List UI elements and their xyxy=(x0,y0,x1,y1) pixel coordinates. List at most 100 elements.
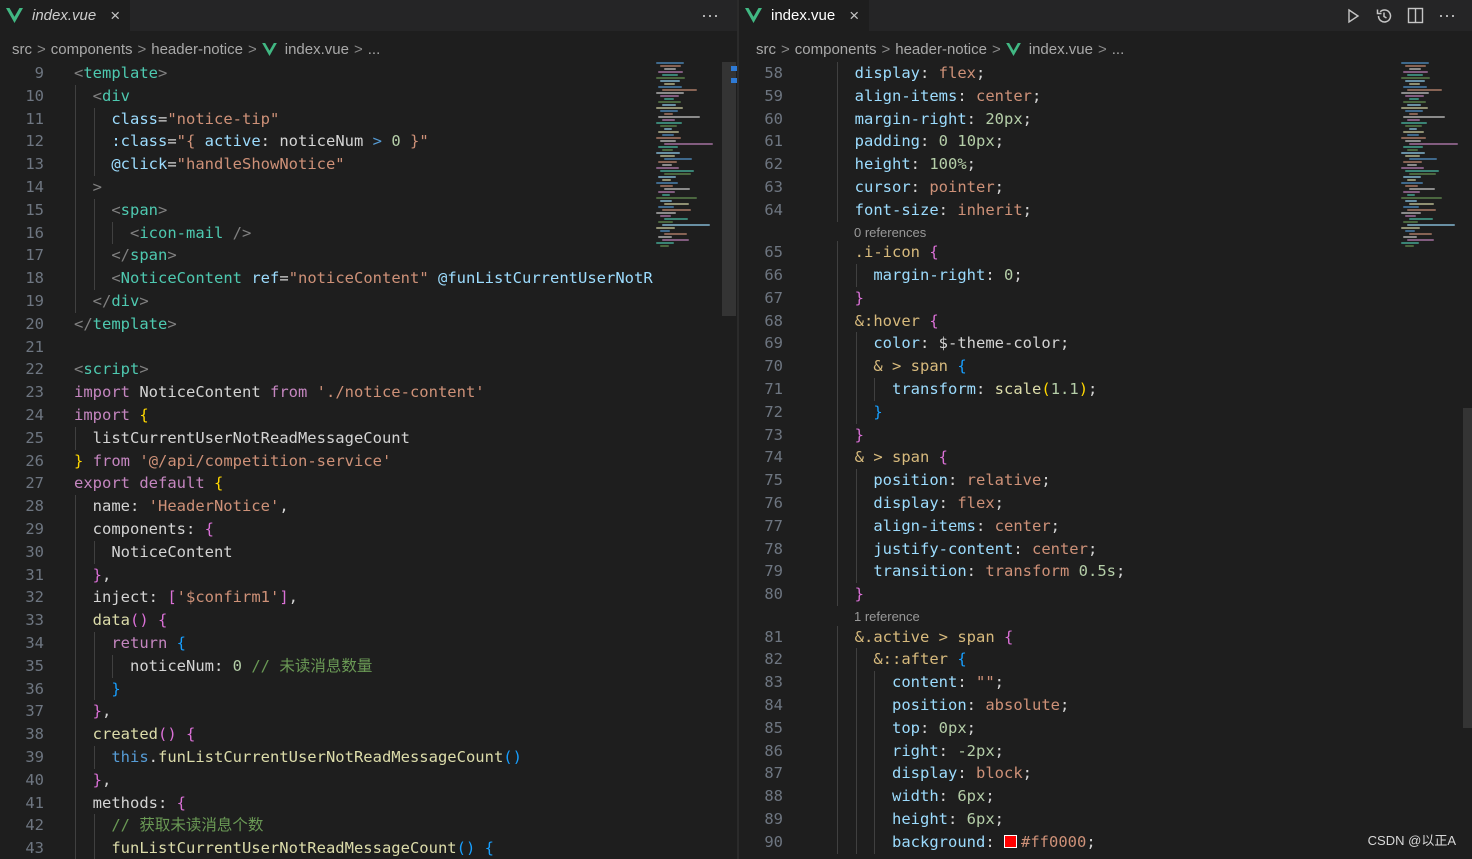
breadcrumb-symbol[interactable]: ... xyxy=(1112,41,1125,58)
minimap-line xyxy=(656,77,685,79)
codelens-references[interactable]: 0 references xyxy=(854,223,926,243)
code-text: <div xyxy=(92,86,131,105)
line-number: 77 xyxy=(764,516,783,535)
minimap-line xyxy=(660,185,673,187)
code-text: <span> xyxy=(111,200,168,219)
breadcrumb-src[interactable]: src xyxy=(12,41,32,58)
more-actions-icon[interactable]: ··· xyxy=(701,5,719,26)
breadcrumb-index-vue[interactable]: index.vue xyxy=(285,41,349,58)
minimap-line xyxy=(1403,221,1418,223)
minimap-line xyxy=(664,188,690,190)
code-line: 67 } xyxy=(739,286,1472,310)
code-line: 16 <icon-mail /> xyxy=(0,221,737,245)
code-text: > xyxy=(92,178,103,196)
code-text: background: #ff0000; xyxy=(892,832,1096,851)
code-line: 68 &:hover { xyxy=(739,309,1472,333)
minimap[interactable] xyxy=(656,62,720,262)
code-line: 90 background: #ff0000; xyxy=(739,830,1472,854)
color-swatch[interactable] xyxy=(1004,834,1017,848)
close-tab-icon[interactable]: × xyxy=(110,7,120,24)
minimap-line xyxy=(1401,92,1429,94)
code-text: position: absolute; xyxy=(892,696,1070,714)
breadcrumb-header-notice[interactable]: header-notice xyxy=(151,41,243,58)
split-editor-icon[interactable] xyxy=(1407,7,1424,24)
code-text: this.funListCurrentUserNotReadMessageCou… xyxy=(111,748,522,766)
line-number: 81 xyxy=(764,627,783,646)
minimap-line xyxy=(1405,200,1417,202)
code-text: import NoticeContent from './notice-cont… xyxy=(74,383,485,402)
line-number: 62 xyxy=(764,155,783,174)
code-line: 23 import NoticeContent from './notice-co… xyxy=(0,381,737,404)
scrollbar[interactable] xyxy=(722,62,736,316)
minimap-line xyxy=(662,104,676,106)
history-icon[interactable] xyxy=(1375,7,1393,25)
code-line: 26} from '@/api/competition-service' xyxy=(0,450,737,473)
minimap-line xyxy=(1407,209,1436,211)
minimap-line xyxy=(662,209,691,211)
breadcrumb-index-vue[interactable]: index.vue xyxy=(1029,41,1093,58)
minimap-line xyxy=(658,206,674,208)
code-text: </div> xyxy=(92,292,149,310)
scrollbar[interactable] xyxy=(1463,408,1472,728)
minimap-line xyxy=(1403,161,1422,163)
code-line: 38 created() { xyxy=(0,723,737,746)
code-line: 82 &::after { xyxy=(739,648,1472,672)
codelens-references[interactable]: 1 reference xyxy=(854,607,920,627)
breadcrumb-symbol[interactable]: ... xyxy=(368,41,381,58)
minimap-line xyxy=(1409,218,1433,220)
code-line: 42 // 获取未读消息个数 xyxy=(0,814,737,838)
minimap-line xyxy=(1409,83,1420,85)
line-number: 28 xyxy=(25,497,44,516)
line-number: 64 xyxy=(764,200,783,219)
minimap-line xyxy=(662,74,678,76)
code-line: 28 name: 'HeaderNotice', xyxy=(0,495,737,518)
code-line: 20 </template> xyxy=(0,313,737,336)
minimap-line xyxy=(662,164,672,166)
code-line: 10 <div xyxy=(0,84,737,108)
code-text: } xyxy=(873,402,883,421)
tab-index-vue-active[interactable]: index.vue × xyxy=(739,0,870,31)
code-text: noticeNum: 0 // 未读消息数量 xyxy=(74,656,373,675)
code-text: } xyxy=(854,288,865,307)
line-number: 35 xyxy=(25,656,44,675)
minimap-line xyxy=(662,239,689,241)
minimap-line xyxy=(662,134,674,136)
code-line: 35 noticeNum: 0 // 未读消息数量 xyxy=(0,654,737,678)
code-text: position: relative; xyxy=(873,471,1051,490)
run-icon[interactable] xyxy=(1345,8,1361,24)
line-number: 30 xyxy=(25,542,44,561)
breadcrumb-components[interactable]: components xyxy=(51,41,133,58)
line-number: 73 xyxy=(764,425,783,444)
line-number: 9 xyxy=(34,64,44,82)
minimap-line xyxy=(1407,164,1417,166)
more-actions-icon[interactable]: ··· xyxy=(1438,5,1456,26)
code-editor[interactable]: 9 <template> 10 <div 11 class="notice-tip" 1… xyxy=(0,62,737,859)
minimap-line xyxy=(1403,206,1419,208)
tab-index-vue-preview[interactable]: index.vue × xyxy=(0,0,131,31)
code-line: 60 margin-right: 20px; xyxy=(739,107,1472,131)
code-text: } xyxy=(854,585,865,604)
minimap[interactable] xyxy=(1401,62,1465,262)
breadcrumb-header-notice[interactable]: header-notice xyxy=(895,41,987,58)
code-text: height: 6px; xyxy=(892,810,1005,828)
minimap-line xyxy=(1401,77,1430,79)
code-text: margin-right: 0; xyxy=(873,266,1023,284)
line-number: 59 xyxy=(764,86,783,105)
close-tab-icon[interactable]: × xyxy=(849,7,859,24)
code-text: transition: transform 0.5s; xyxy=(873,562,1126,581)
code-line: 89 height: 6px; xyxy=(739,808,1472,831)
breadcrumb-separator: > xyxy=(781,40,790,58)
code-text: <script> xyxy=(74,360,149,379)
code-line: 65 .i-icon { xyxy=(739,241,1472,264)
minimap-line xyxy=(1405,170,1439,172)
line-number: 21 xyxy=(25,337,44,356)
line-number: 17 xyxy=(25,246,44,265)
code-editor[interactable]: 58 display: flex; 59 align-items: center;… xyxy=(739,62,1472,859)
minimap-line xyxy=(1403,236,1417,238)
breadcrumb-src[interactable]: src xyxy=(756,41,776,58)
minimap-line xyxy=(1407,149,1418,151)
editor-pane-right: index.vue × ··· src > components > heade… xyxy=(739,0,1472,859)
breadcrumb-components[interactable]: components xyxy=(795,41,877,58)
code-line: 39 this.funListCurrentUserNotReadMessage… xyxy=(0,746,737,769)
code-text: display: block; xyxy=(892,764,1033,783)
